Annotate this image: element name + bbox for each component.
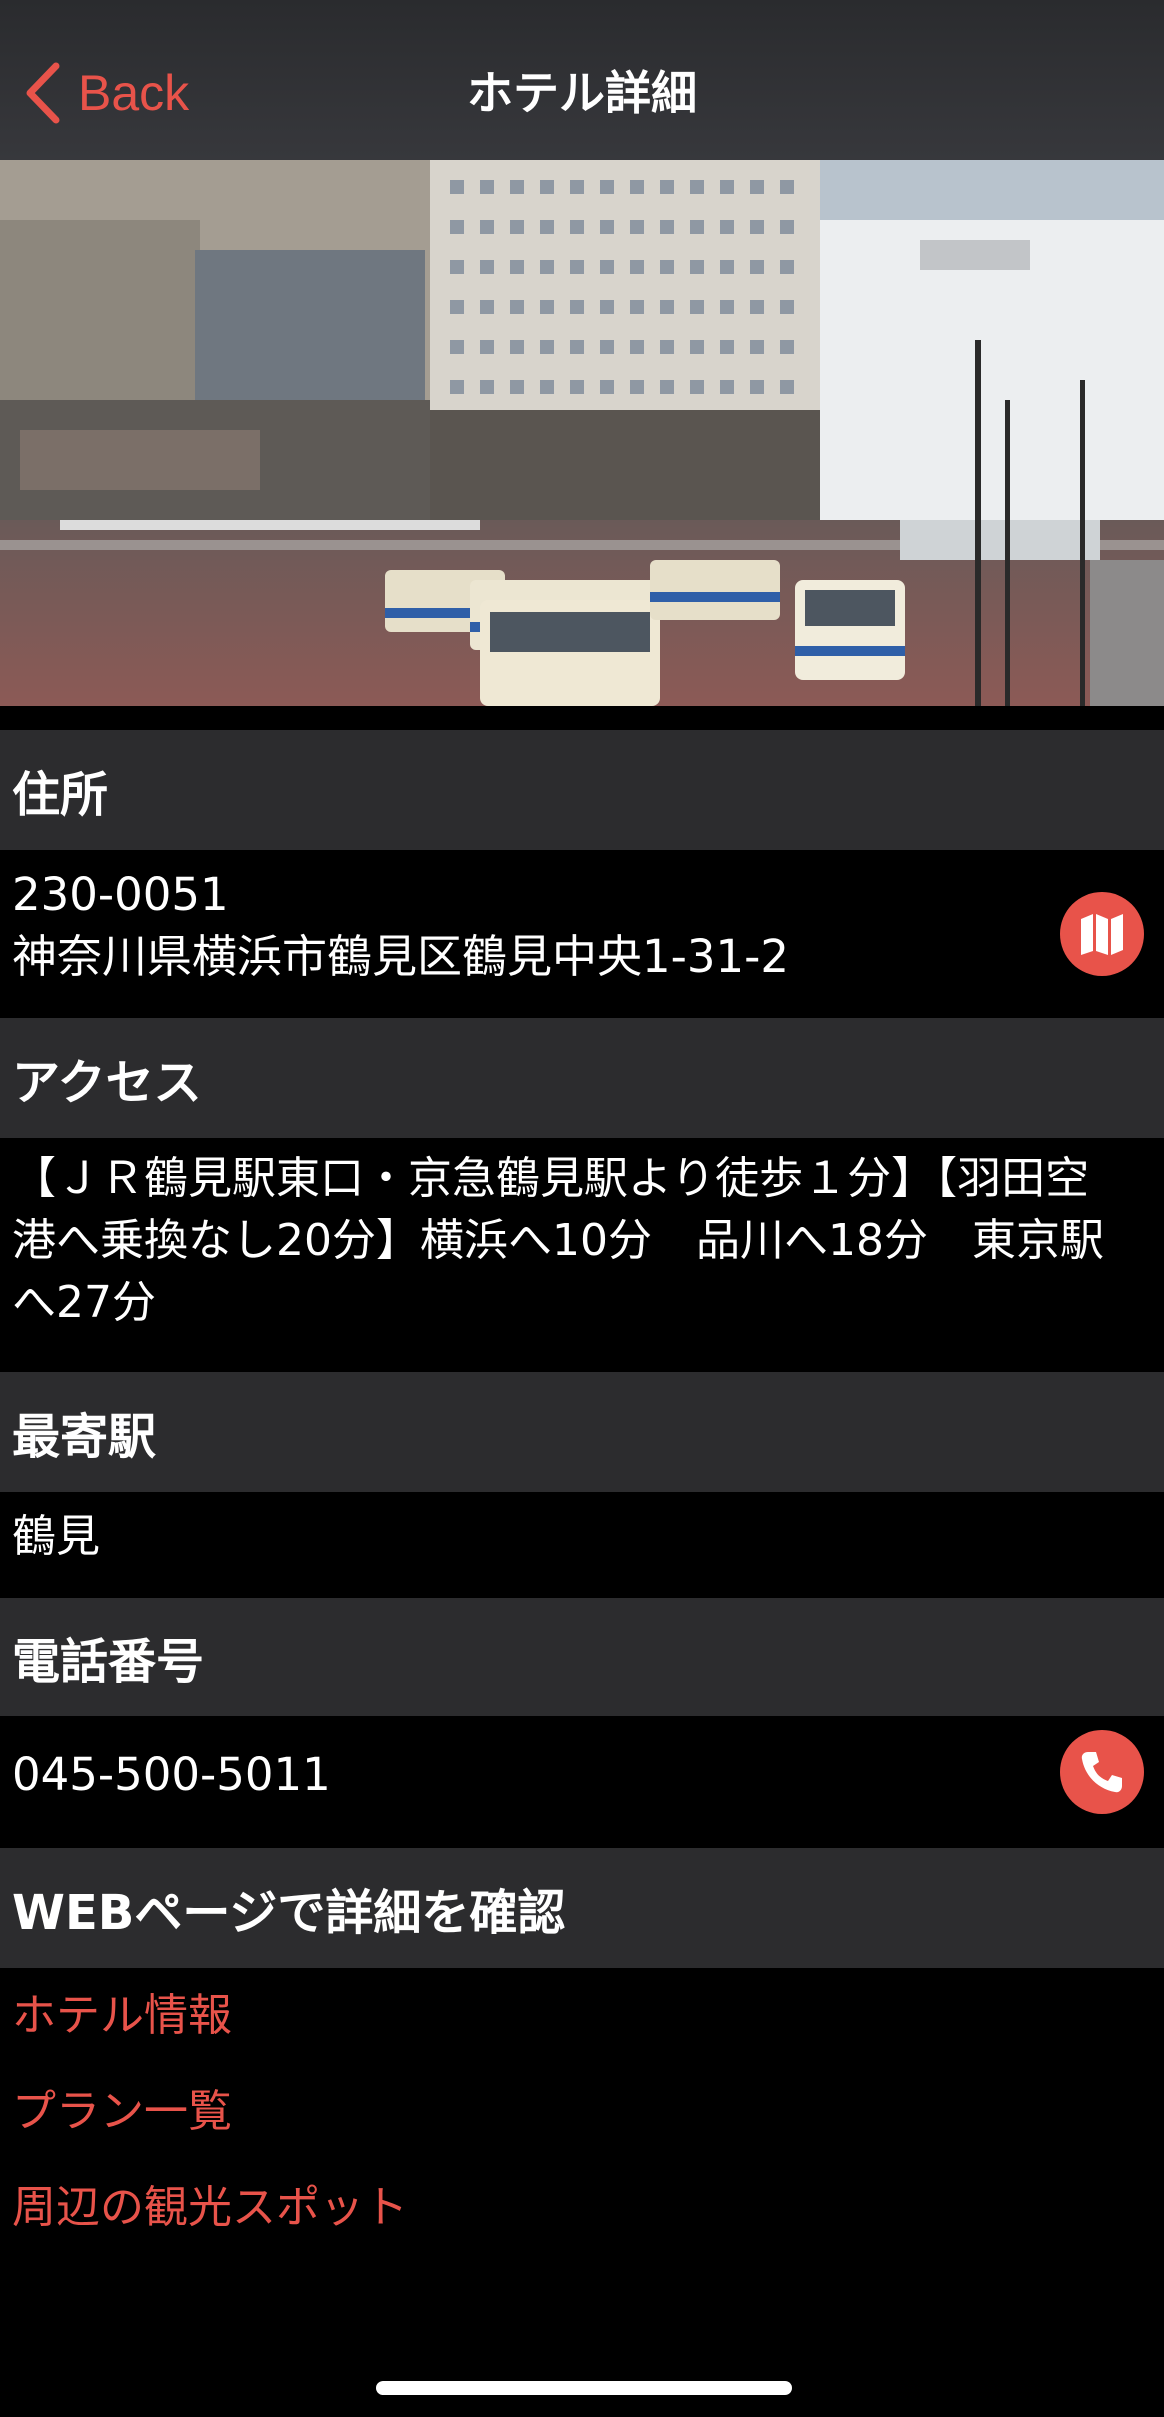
section-title: 住所 (12, 767, 109, 823)
section-title: WEBページで詳細を確認 (12, 1885, 566, 1941)
link-plan-list[interactable]: プラン一覧 (12, 2082, 232, 2142)
home-indicator[interactable] (376, 2381, 792, 2395)
phone-number: 045-500-5011 (12, 1748, 331, 1801)
section-header-address: 住所 (0, 730, 1164, 850)
page-title: ホテル詳細 (467, 66, 697, 120)
link-hotel-info[interactable]: ホテル情報 (12, 1986, 232, 2046)
section-header-web: WEBページで詳細を確認 (0, 1848, 1164, 1968)
map-icon (1081, 914, 1123, 955)
access-text-line-1: 【ＪＲ鶴見駅東口・京急鶴見駅より徒歩１分】【羽田空 (12, 1153, 1090, 1204)
section-header-access: アクセス (0, 1018, 1164, 1138)
map-button[interactable] (1060, 892, 1144, 976)
phone-row: 045-500-5011 (0, 1716, 1164, 1848)
section-header-phone: 電話番号 (0, 1598, 1164, 1716)
section-title: 電話番号 (12, 1634, 205, 1690)
access-row: 【ＪＲ鶴見駅東口・京急鶴見駅より徒歩１分】【羽田空 港へ乗換なし20分】横浜へ1… (0, 1138, 1164, 1372)
station-name: 鶴見 (12, 1511, 100, 1562)
phone-icon (1081, 1752, 1122, 1793)
link-nearby-spots[interactable]: 周辺の観光スポット (12, 2178, 408, 2238)
address-row: 230-0051 神奈川県横浜市鶴見区鶴見中央1-31-2 (0, 850, 1164, 1018)
call-button[interactable] (1060, 1730, 1144, 1814)
hotel-photo (0, 160, 1164, 706)
postal-code: 230-0051 (12, 868, 229, 921)
station-row: 鶴見 (0, 1492, 1164, 1598)
address-text: 神奈川県横浜市鶴見区鶴見中央1-31-2 (12, 930, 789, 983)
access-text-line-3: へ27分 (12, 1277, 156, 1328)
access-text-line-2: 港へ乗換なし20分】横浜へ10分 品川へ18分 東京駅 (12, 1215, 1104, 1266)
section-header-station: 最寄駅 (0, 1372, 1164, 1492)
section-title: アクセス (12, 1055, 202, 1111)
section-title: 最寄駅 (12, 1409, 157, 1465)
navigation-bar: Back ホテル詳細 (0, 0, 1164, 160)
